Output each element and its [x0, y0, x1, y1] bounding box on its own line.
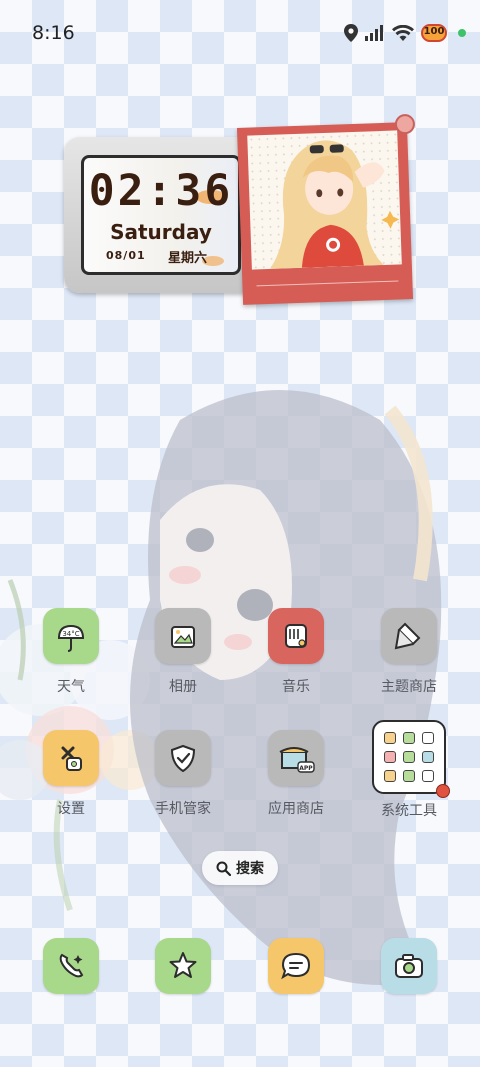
weather-temp: 34°C — [62, 630, 79, 638]
search-label: 搜索 — [236, 861, 264, 877]
signal-icon — [365, 25, 383, 41]
clock-date: 08/01 — [106, 249, 146, 262]
status-time: 8:16 — [32, 22, 75, 44]
star-icon — [169, 952, 197, 978]
appstore-icon: APP — [268, 730, 324, 786]
app-label: 相册 — [169, 679, 197, 695]
battery-icon: 100 — [421, 22, 451, 44]
app-label: 应用商店 — [268, 801, 324, 817]
app-themes[interactable]: 主题商店 — [354, 608, 464, 696]
clock-day: Saturday — [110, 220, 212, 244]
folder-icon — [372, 720, 450, 798]
shield-icon — [155, 730, 211, 786]
dock-favorites[interactable] — [155, 938, 211, 994]
app-label: 手机管家 — [155, 801, 211, 817]
paintbrush-icon — [381, 608, 437, 664]
weather-icon: 34°C — [43, 608, 99, 664]
phone-icon — [59, 953, 84, 978]
folder-system-tools[interactable]: 系统工具 — [354, 720, 464, 820]
battery-level: 100 — [423, 26, 445, 37]
clock-weekday: 星期六 — [168, 251, 208, 266]
gallery-icon — [155, 608, 211, 664]
apple-icon — [436, 784, 450, 798]
search-button[interactable]: 搜索 — [202, 851, 278, 885]
app-gallery[interactable]: 相册 — [128, 608, 238, 696]
privacy-indicator-dot — [458, 29, 466, 37]
search-icon — [216, 861, 231, 876]
pin-icon — [394, 113, 416, 135]
dock-messages[interactable] — [268, 938, 324, 994]
photo-caption-line — [256, 280, 399, 287]
camera-icon — [395, 954, 423, 978]
wrench-icon — [43, 730, 99, 786]
message-icon — [281, 952, 311, 980]
dock-camera[interactable] — [381, 938, 437, 994]
status-bar: 8:16 100 — [0, 0, 480, 64]
app-label: 天气 — [57, 679, 85, 695]
app-security[interactable]: 手机管家 — [128, 730, 238, 818]
app-label: 主题商店 — [381, 679, 437, 695]
clock-time: 02:36 — [88, 166, 234, 216]
app-music[interactable]: 音乐 — [241, 608, 351, 696]
wifi-icon — [392, 25, 414, 41]
app-settings[interactable]: 设置 — [16, 730, 126, 818]
app-weather[interactable]: 34°C 天气 — [16, 608, 126, 696]
appstore-badge: APP — [299, 765, 313, 772]
dock-phone[interactable] — [43, 938, 99, 994]
app-label: 音乐 — [282, 679, 310, 695]
music-icon — [268, 608, 324, 664]
app-label: 系统工具 — [381, 803, 437, 819]
app-appstore[interactable]: APP 应用商店 — [241, 730, 351, 818]
status-icons: 100 — [344, 20, 466, 46]
photo-widget[interactable] — [236, 113, 416, 305]
clock-widget[interactable]: 02:36 Saturday 08/01 星期六 — [64, 137, 256, 293]
app-label: 设置 — [57, 801, 85, 817]
wallpaper-illustration — [0, 390, 442, 985]
location-icon — [344, 24, 358, 42]
clock-screen: 02:36 Saturday 08/01 星期六 — [81, 155, 241, 275]
photo-image — [247, 130, 402, 270]
